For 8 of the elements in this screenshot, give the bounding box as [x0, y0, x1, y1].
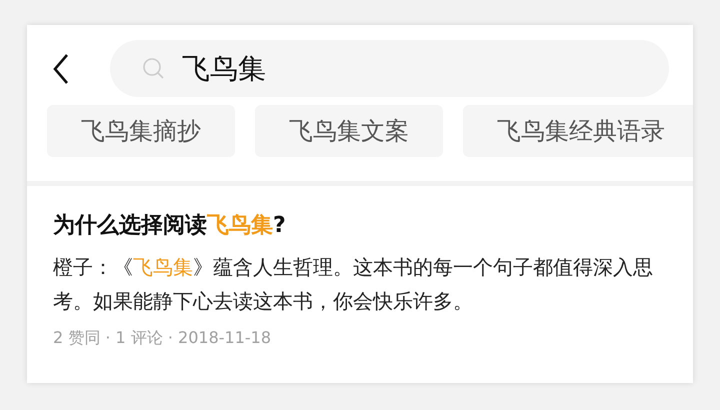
result-snippet: 橙子：《飞鸟集》蕴含人生哲理。这本书的每一个句子都值得深入思考。如果能静下心去读这本书，你会快乐许多。: [53, 254, 654, 315]
result-meta: 2 赞同 · 1 评论 · 2018-11-18: [53, 327, 272, 349]
search-icon: [142, 57, 166, 81]
search-field[interactable]: 飞鸟集: [110, 40, 669, 97]
suggestion-chip[interactable]: 飞鸟集文案: [255, 105, 443, 157]
suggestion-chip[interactable]: 飞鸟集摘抄: [47, 105, 235, 157]
suggestion-chip[interactable]: 飞鸟集经典语录: [463, 105, 693, 157]
result-title[interactable]: 为什么选择阅读飞鸟集?: [53, 210, 667, 242]
